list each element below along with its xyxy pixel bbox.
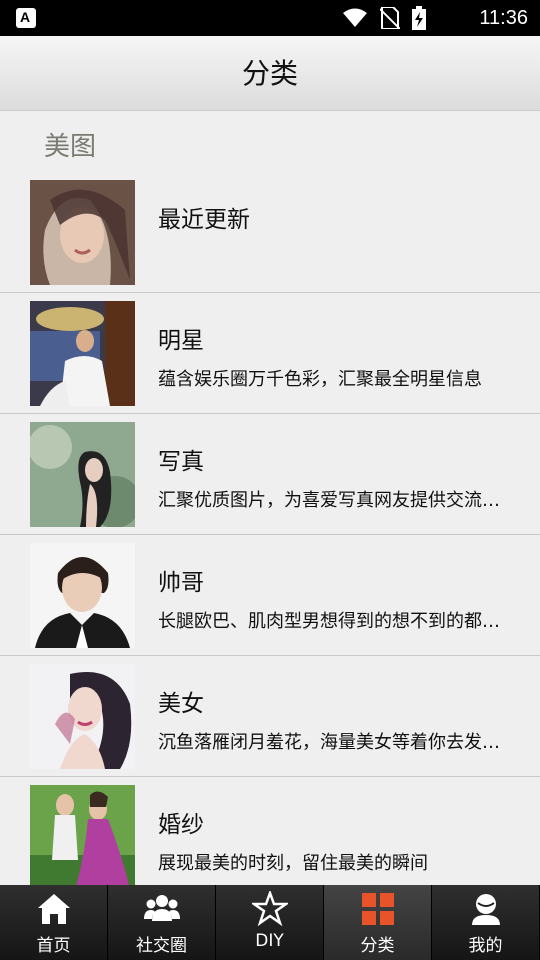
wedding-thumbnail bbox=[30, 785, 135, 885]
status-bar: A 11:36 bbox=[0, 0, 540, 36]
status-icons bbox=[342, 6, 426, 30]
star-icon bbox=[251, 891, 288, 927]
tab-label: DIY bbox=[255, 931, 284, 951]
page-title: 分类 bbox=[241, 57, 298, 90]
list-item[interactable]: 帅哥 长腿欧巴、肌肉型男想得到的想不到的都… bbox=[0, 535, 540, 656]
tab-social[interactable]: 社交圈 bbox=[108, 885, 216, 960]
title-bar: 分类 bbox=[0, 36, 540, 111]
item-subtitle: 沉鱼落雁闭月羞花，海量美女等着你去发… bbox=[158, 732, 500, 753]
section-title: 美图 bbox=[44, 132, 97, 162]
bottom-tab-bar: 首页 社交圈 DIY 分类 我的 bbox=[0, 885, 540, 960]
app-notification-icon: A bbox=[16, 8, 36, 28]
handsome-man-thumbnail bbox=[30, 543, 135, 648]
tab-label: 社交圈 bbox=[136, 936, 187, 956]
home-icon bbox=[37, 894, 70, 924]
item-subtitle: 长腿欧巴、肌肉型男想得到的想不到的都… bbox=[158, 611, 500, 632]
tab-label: 分类 bbox=[360, 936, 395, 956]
people-icon bbox=[143, 895, 180, 921]
item-title: 婚纱 bbox=[158, 812, 204, 838]
celebrity-thumbnail bbox=[30, 301, 135, 406]
item-subtitle: 展现最美的时刻，留住最美的瞬间 bbox=[158, 853, 428, 874]
item-subtitle: 汇聚优质图片，为喜爱写真网友提供交流… bbox=[158, 490, 500, 511]
list-item[interactable]: 最近更新 bbox=[0, 172, 540, 293]
beauty-thumbnail bbox=[30, 664, 135, 769]
woman-portrait-thumbnail bbox=[30, 180, 135, 285]
item-title: 最近更新 bbox=[158, 207, 250, 233]
grid-icon bbox=[361, 893, 394, 925]
user-icon bbox=[471, 894, 500, 925]
clock: 11:36 bbox=[479, 7, 528, 29]
list-item[interactable]: 美女 沉鱼落雁闭月羞花，海量美女等着你去发… bbox=[0, 656, 540, 777]
tab-mine[interactable]: 我的 bbox=[432, 885, 540, 960]
wifi-icon bbox=[343, 8, 367, 27]
tab-label: 我的 bbox=[468, 936, 503, 956]
photoshoot-thumbnail bbox=[30, 422, 135, 527]
battery-charging-icon bbox=[412, 6, 426, 30]
tab-category[interactable]: 分类 bbox=[324, 885, 432, 960]
list-item[interactable]: 明星 蕴含娱乐圈万千色彩，汇聚最全明星信息 bbox=[0, 293, 540, 414]
app-badge-letter: A bbox=[20, 9, 31, 25]
category-list: 最近更新 明星 蕴含娱乐圈万千色彩，汇聚最全明星信息 写真 汇聚优质图片，为喜爱… bbox=[0, 172, 540, 885]
no-sim-icon bbox=[380, 7, 400, 29]
item-title: 美女 bbox=[158, 691, 204, 717]
item-subtitle: 蕴含娱乐圈万千色彩，汇聚最全明星信息 bbox=[158, 369, 482, 390]
tab-label: 首页 bbox=[36, 936, 71, 956]
tab-home[interactable]: 首页 bbox=[0, 885, 108, 960]
list-item[interactable]: 婚纱 展现最美的时刻，留住最美的瞬间 bbox=[0, 777, 540, 885]
item-title: 明星 bbox=[158, 328, 204, 354]
list-item[interactable]: 写真 汇聚优质图片，为喜爱写真网友提供交流… bbox=[0, 414, 540, 535]
item-title: 帅哥 bbox=[158, 570, 204, 596]
tab-diy[interactable]: DIY bbox=[216, 885, 324, 960]
item-title: 写真 bbox=[158, 449, 204, 475]
